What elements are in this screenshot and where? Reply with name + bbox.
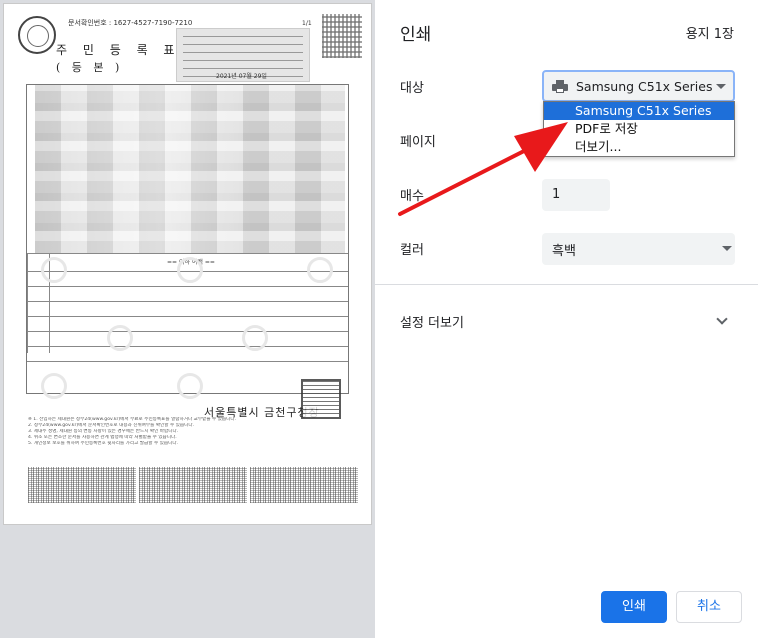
official-stamp-icon bbox=[301, 379, 341, 419]
document-barcodes bbox=[28, 467, 358, 503]
dropdown-option-samsung[interactable]: Samsung C51x Series bbox=[544, 102, 734, 120]
destination-value: Samsung C51x Series bbox=[576, 79, 713, 94]
preview-page: 문서확인번호 : 1627-4527-7190-7210 1/1 주 민 등 록… bbox=[3, 3, 372, 525]
watermark-icon bbox=[41, 257, 67, 283]
more-settings-label: 설정 더보기 bbox=[400, 316, 464, 331]
note-line: 5. 개인정보 보호를 위하여 주민등록번호 뒷자리를 가리고 발급할 수 있습… bbox=[28, 441, 179, 446]
watermark-icon bbox=[242, 325, 268, 351]
barcode-icon bbox=[250, 467, 358, 503]
barcode-icon bbox=[28, 467, 136, 503]
color-label: 컬러 bbox=[400, 243, 424, 258]
color-select[interactable]: 흑백 bbox=[542, 233, 735, 265]
copies-label: 매수 bbox=[400, 189, 424, 204]
chevron-down-icon bbox=[716, 84, 726, 89]
watermark-icon bbox=[307, 257, 333, 283]
destination-dropdown[interactable]: Samsung C51x Series PDF로 저장 더보기... bbox=[543, 101, 735, 157]
more-settings-toggle[interactable]: 설정 더보기 bbox=[375, 300, 758, 344]
chevron-down-icon bbox=[722, 246, 732, 251]
official-seal-icon bbox=[18, 16, 56, 54]
destination-label: 대상 bbox=[400, 81, 424, 96]
watermark-icon bbox=[41, 373, 67, 399]
barcode-icon bbox=[139, 467, 247, 503]
document-header: 문서확인번호 : 1627-4527-7190-7210 1/1 주 민 등 록… bbox=[16, 14, 366, 94]
document-subtitle: ( 등 본 ) bbox=[56, 61, 124, 74]
watermark-icon bbox=[177, 257, 203, 283]
print-dialog-title: 인쇄 bbox=[400, 25, 432, 45]
settings-divider bbox=[375, 284, 758, 285]
qr-code-icon bbox=[322, 14, 362, 58]
dropdown-option-save-pdf[interactable]: PDF로 저장 bbox=[544, 120, 734, 138]
pages-label: 페이지 bbox=[400, 135, 436, 150]
document-table: == 이하 여백 == bbox=[26, 84, 349, 399]
document-page-number: 1/1 bbox=[302, 20, 312, 27]
document-notes: ※ 1. 전입하는 세대원은 정부24(www.gov.kr)에서 무료로 주민… bbox=[28, 417, 358, 447]
document-confirm-number: 문서확인번호 : 1627-4527-7190-7210 bbox=[68, 19, 193, 27]
chevron-down-icon bbox=[716, 313, 728, 325]
document-title: 주 민 등 록 표 bbox=[56, 43, 181, 57]
cancel-button[interactable]: 취소 bbox=[676, 591, 742, 623]
copies-input[interactable]: 1 bbox=[542, 179, 610, 211]
sheet-count: 용지 1장 bbox=[685, 27, 734, 42]
printer-icon bbox=[552, 80, 568, 93]
blurred-personal-info bbox=[35, 85, 345, 253]
print-settings-pane: 인쇄 용지 1장 대상 Samsung C51x Series Samsung … bbox=[375, 0, 758, 638]
document-date: 2021년 07월 29일 bbox=[216, 73, 267, 80]
color-value: 흑백 bbox=[552, 244, 576, 259]
watermark-icon bbox=[107, 325, 133, 351]
watermark-icon bbox=[177, 373, 203, 399]
dropdown-option-see-more[interactable]: 더보기... bbox=[544, 138, 734, 156]
print-button[interactable]: 인쇄 bbox=[601, 591, 667, 623]
copies-value: 1 bbox=[552, 187, 561, 202]
print-preview-pane: 문서확인번호 : 1627-4527-7190-7210 1/1 주 민 등 록… bbox=[0, 0, 375, 638]
destination-select[interactable]: Samsung C51x Series bbox=[542, 70, 735, 102]
